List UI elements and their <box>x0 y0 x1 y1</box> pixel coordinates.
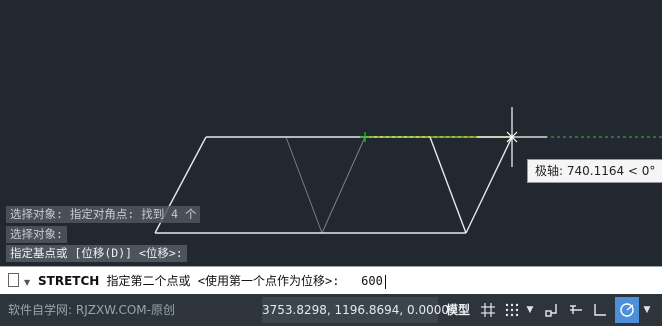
crosshair-cursor-icon <box>477 107 547 167</box>
command-doc-icon[interactable] <box>8 273 19 287</box>
gray-line-2 <box>321 136 366 234</box>
infer-constraints-icon <box>545 304 557 317</box>
drawing-svg[interactable] <box>0 0 662 266</box>
watermark: 软件自学网: RJZXW.COM-原创 <box>8 303 175 317</box>
history-line-1: 选择对象: 指定对角点: 找到 4 个 <box>6 206 201 223</box>
history-line-3: 指定基点或 [位移(D)] <位移>: <box>6 245 187 262</box>
shape-right-edge-2 <box>465 136 513 234</box>
snap-dropdown-icon[interactable]: ▼ <box>524 297 536 323</box>
gray-line-1 <box>285 136 323 234</box>
command-dropdown-icon[interactable]: ▼ <box>24 278 30 287</box>
status-bar: 软件自学网: RJZXW.COM-原创 3753.8298, 1196.8694… <box>0 294 662 326</box>
command-prompt: 指定第二个点或 <使用第一个点作为位移>: <box>106 274 340 288</box>
shape-right-edge-1 <box>429 136 467 234</box>
coordinate-display[interactable]: 3753.8298, 1196.8694, 0.0000 <box>262 297 449 323</box>
command-text[interactable]: STRETCH 指定第二个点或 <使用第一个点作为位移>: 600 <box>38 267 386 295</box>
model-button[interactable]: 模型 <box>442 297 474 323</box>
grid-icon <box>481 303 495 317</box>
polar-tooltip: 极轴: 740.1164 < 0° <box>527 159 662 183</box>
history-line-2: 选择对象: <box>6 226 67 243</box>
ortho-icon <box>594 304 606 316</box>
snap-button[interactable] <box>500 297 524 323</box>
polar-dropdown-icon[interactable]: ▼ <box>641 297 653 323</box>
snap-icon <box>505 303 519 317</box>
dynamic-input-button[interactable] <box>564 297 588 323</box>
grid-button[interactable] <box>476 297 500 323</box>
tracking-icon <box>570 305 582 314</box>
command-name: STRETCH <box>38 274 100 288</box>
base-point-marker <box>360 132 370 142</box>
ortho-button[interactable] <box>588 297 612 323</box>
command-input[interactable]: 600 <box>361 274 383 288</box>
infer-button[interactable] <box>540 297 564 323</box>
polar-button[interactable] <box>615 297 639 323</box>
polar-icon <box>620 303 634 317</box>
command-line[interactable]: ▼ STRETCH 指定第二个点或 <使用第一个点作为位移>: 600 <box>0 266 662 295</box>
drawing-canvas[interactable]: 极轴: 740.1164 < 0° 选择对象: 指定对角点: 找到 4 个 选择… <box>0 0 662 266</box>
text-caret <box>384 274 386 289</box>
